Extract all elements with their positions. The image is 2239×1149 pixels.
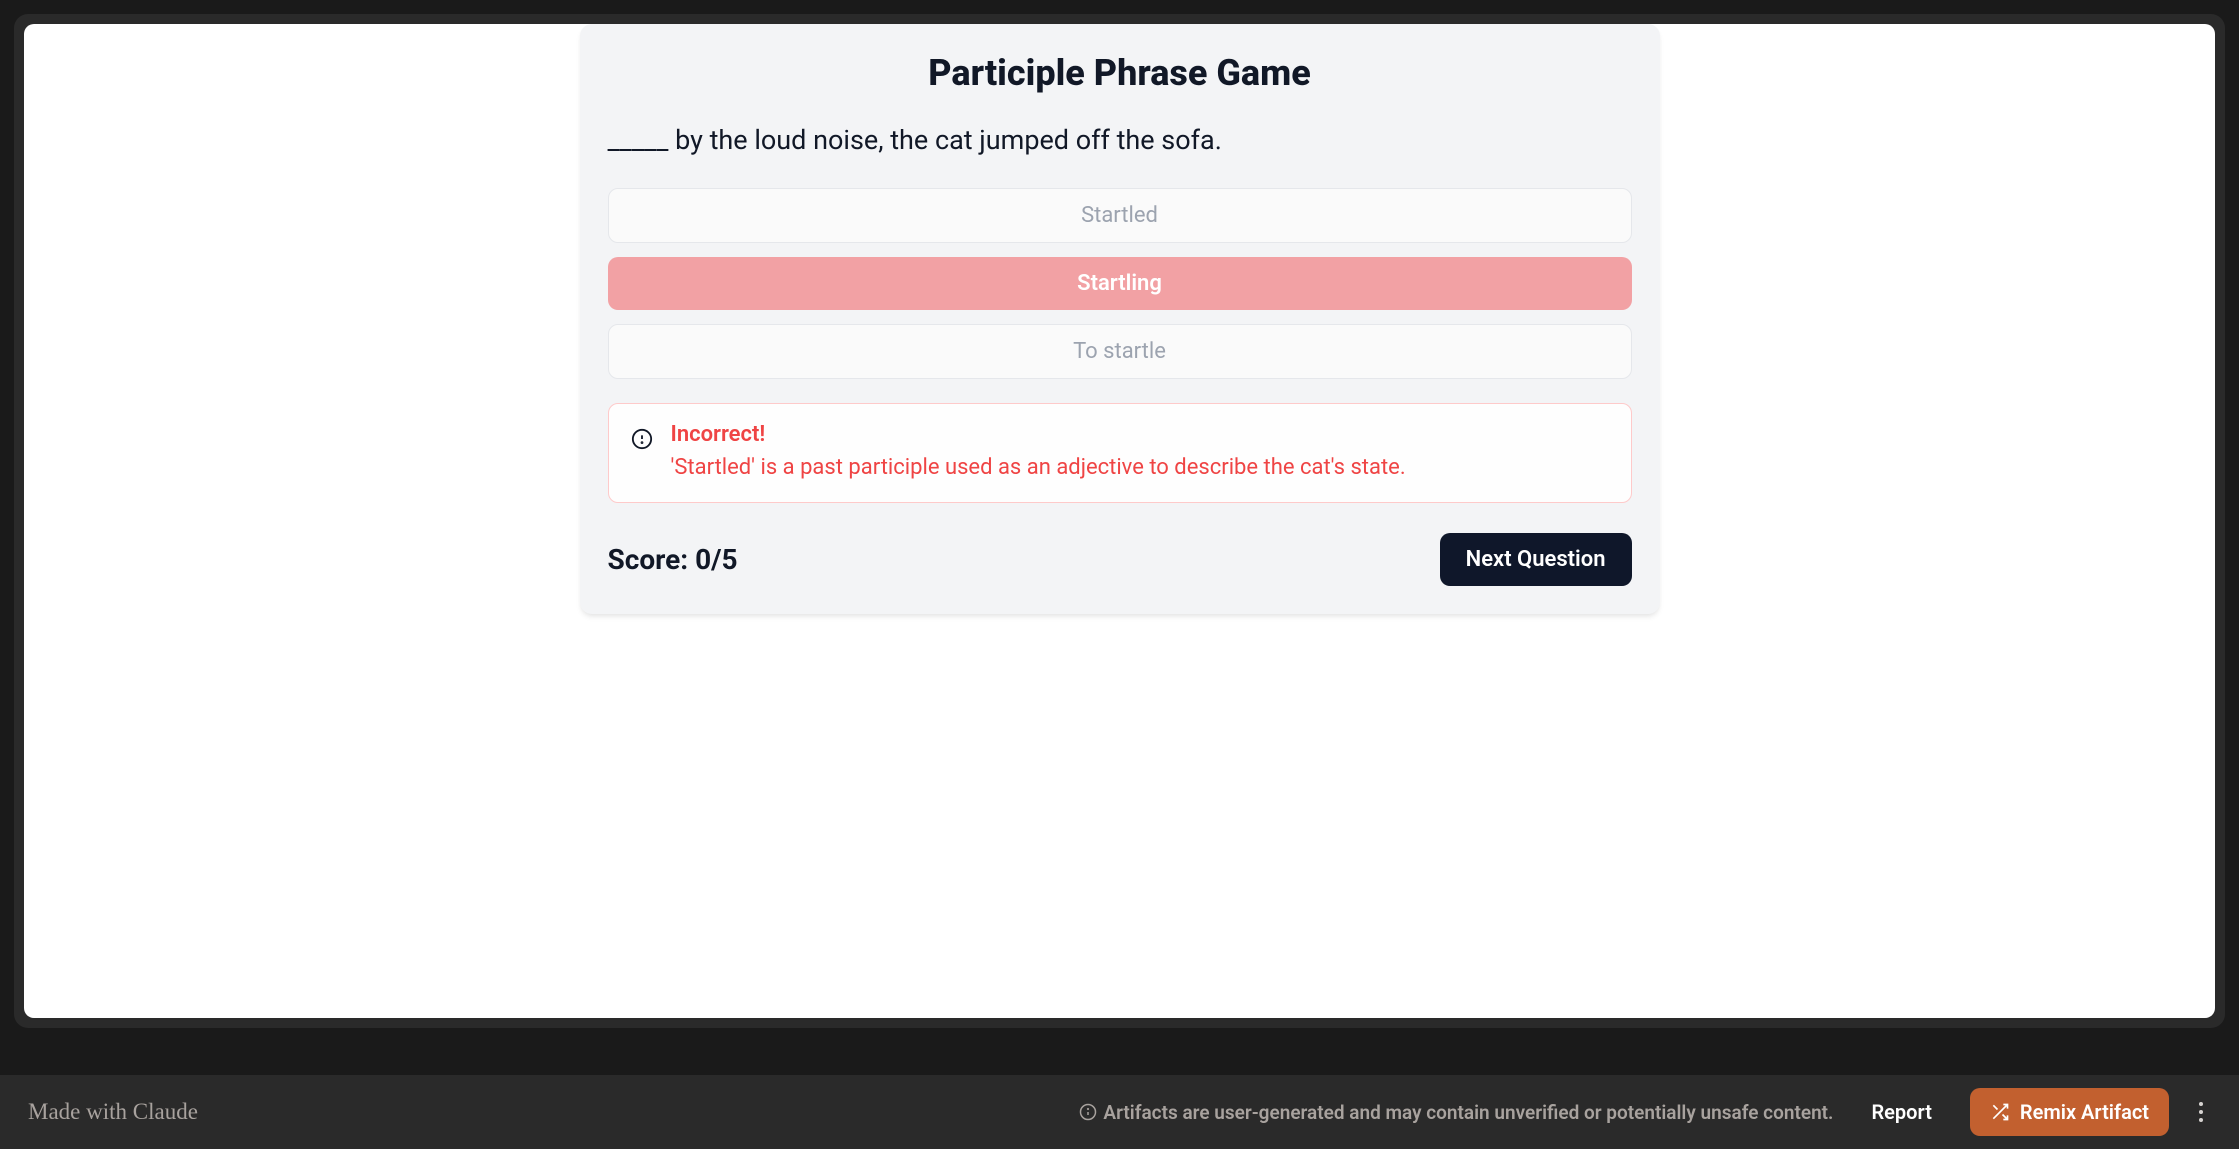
option-button-1[interactable]: Startled [608,188,1632,243]
bottom-bar-right: Artifacts are user-generated and may con… [1079,1088,2211,1136]
quiz-title: Participle Phrase Game [608,52,1632,94]
shuffle-icon [1990,1102,2010,1122]
disclaimer-text: Artifacts are user-generated and may con… [1103,1101,1833,1124]
remix-artifact-button[interactable]: Remix Artifact [1970,1088,2169,1136]
quiz-question: _____ by the loud noise, the cat jumped … [608,122,1632,160]
claude-brand: Claude [133,1099,198,1124]
option-button-2[interactable]: Startling [608,257,1632,310]
made-with-text: Made with [28,1099,133,1124]
feedback-box: Incorrect! 'Startled' is a past particip… [608,403,1632,503]
info-circle-icon [1079,1103,1097,1121]
menu-dot-icon [2199,1110,2203,1114]
disclaimer: Artifacts are user-generated and may con… [1079,1101,1833,1124]
menu-dot-icon [2199,1118,2203,1122]
made-with-claude[interactable]: Made with Claude [28,1099,198,1125]
feedback-explanation: 'Startled' is a past participle used as … [671,451,1609,484]
remix-button-label: Remix Artifact [2020,1100,2149,1124]
quiz-card: Participle Phrase Game _____ by the loud… [580,24,1660,614]
menu-dot-icon [2199,1102,2203,1106]
app-outer-frame: Participle Phrase Game _____ by the loud… [14,14,2225,1028]
feedback-status: Incorrect! [671,422,1609,447]
app-inner-frame: Participle Phrase Game _____ by the loud… [24,24,2215,1018]
alert-circle-icon [631,428,653,450]
option-button-3[interactable]: To startle [608,324,1632,379]
score-text: Score: 0/5 [608,543,738,576]
next-question-button[interactable]: Next Question [1440,533,1632,586]
feedback-content: Incorrect! 'Startled' is a past particip… [671,422,1609,484]
options-container: Startled Startling To startle [608,188,1632,379]
quiz-footer: Score: 0/5 Next Question [608,533,1632,586]
more-menu-button[interactable] [2191,1094,2211,1130]
report-button[interactable]: Report [1855,1090,1947,1134]
bottom-bar: Made with Claude Artifacts are user-gene… [0,1075,2239,1149]
